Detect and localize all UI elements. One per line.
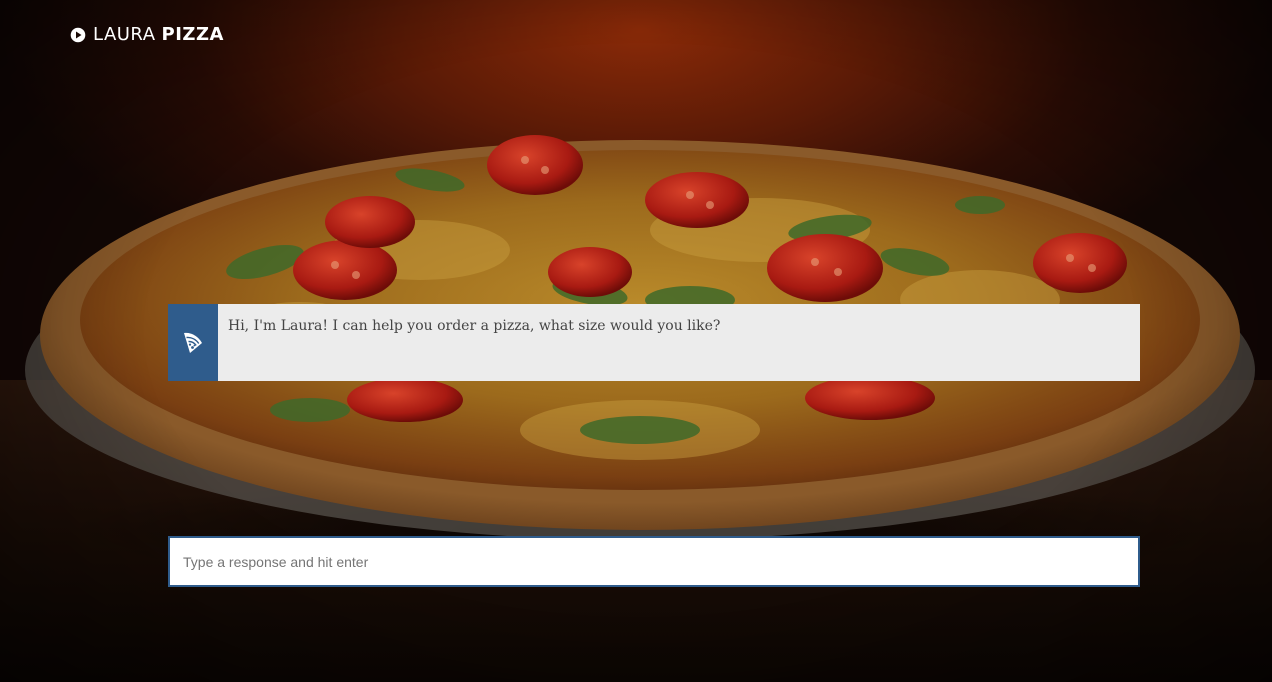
- chat-message: Hi, I'm Laura! I can help you order a pi…: [168, 304, 1140, 381]
- chat-message-text: Hi, I'm Laura! I can help you order a pi…: [228, 318, 721, 334]
- pizza-slice-icon: [184, 332, 202, 353]
- brand-logo[interactable]: LAURA PIZZA: [70, 24, 224, 45]
- page: LAURA PIZZA Hi, I'm Laura! I can help yo…: [0, 0, 1272, 682]
- logo-second-word: PIZZA: [161, 24, 224, 45]
- bot-avatar: [168, 304, 218, 381]
- response-input[interactable]: [170, 538, 1138, 585]
- logo-first-word: LAURA: [93, 24, 156, 45]
- play-circle-icon: [70, 27, 86, 42]
- response-input-container: [168, 536, 1140, 587]
